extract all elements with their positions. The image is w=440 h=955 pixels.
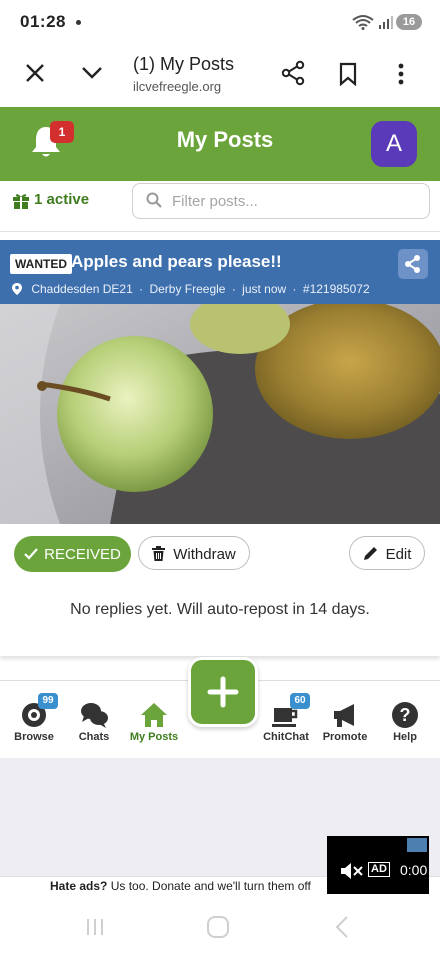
post-title[interactable]: Apples and pears please!!	[71, 252, 282, 272]
status-time: 01:28	[20, 12, 66, 31]
bookmark-icon[interactable]	[338, 62, 358, 86]
post-meta: Chaddesden DE21 · Derby Freegle · just n…	[12, 281, 370, 296]
gift-icon	[13, 194, 29, 209]
home-button-icon[interactable]	[206, 915, 230, 939]
post-time: just now	[242, 281, 287, 296]
signal-icon	[379, 16, 393, 29]
system-navigation	[0, 898, 440, 955]
share-icon	[405, 255, 420, 273]
post-photo[interactable]	[0, 304, 440, 524]
chat-bubbles-icon	[81, 703, 108, 728]
edit-label: Edit	[385, 546, 412, 563]
ad-label: AD	[368, 862, 390, 877]
received-button[interactable]: RECEIVED	[14, 536, 131, 572]
ad-message[interactable]: Hate ads? Us too. Donate and we'll turn …	[50, 879, 311, 893]
active-count[interactable]: 1 active	[34, 191, 89, 208]
ad-message-bold: Hate ads?	[50, 879, 108, 893]
nav-promote-label: Promote	[322, 731, 368, 743]
nav-browse-label: Browse	[14, 731, 54, 743]
pencil-icon	[363, 547, 377, 560]
browser-url[interactable]: ilcvefreegle.org	[133, 79, 221, 94]
browse-badge: 99	[38, 693, 58, 709]
wanted-badge: WANTED	[10, 254, 72, 274]
add-post-button[interactable]	[188, 657, 258, 727]
notification-dot	[76, 20, 81, 25]
back-icon[interactable]	[334, 915, 350, 939]
nav-chats-label: Chats	[78, 731, 110, 743]
nav-promote[interactable]: Promote	[315, 696, 375, 743]
browser-page-title: (1) My Posts	[133, 54, 235, 74]
trash-icon	[152, 546, 166, 561]
search-icon	[146, 192, 162, 208]
apple-pear-image	[0, 304, 440, 524]
nav-chats[interactable]: Chats	[64, 696, 124, 743]
withdraw-label: Withdraw	[173, 546, 236, 563]
reply-status: No replies yet. Will auto-repost in 14 d…	[70, 601, 370, 618]
received-label: RECEIVED	[44, 546, 121, 563]
more-vert-icon[interactable]	[396, 62, 406, 86]
wifi-icon	[352, 15, 374, 30]
spacer	[0, 232, 440, 240]
nav-chitchat[interactable]: 60 ChitChat	[256, 693, 316, 743]
recent-apps-icon[interactable]	[84, 916, 106, 938]
edit-button[interactable]: Edit	[349, 536, 425, 570]
share-icon[interactable]	[280, 60, 306, 86]
chitchat-badge: 60	[290, 693, 310, 709]
post-id: #121985072	[302, 281, 370, 296]
plus-icon	[207, 676, 239, 708]
nav-help[interactable]: ? Help	[375, 696, 435, 743]
question-icon: ?	[392, 702, 418, 728]
nav-my-posts[interactable]: My Posts	[124, 696, 184, 743]
post-share-button[interactable]	[398, 249, 428, 279]
mute-icon[interactable]	[340, 862, 364, 880]
post-card-bottom	[0, 640, 440, 656]
ad-message-text: Us too. Donate and we'll turn them off	[107, 879, 311, 893]
check-icon	[24, 548, 38, 560]
close-icon[interactable]	[24, 62, 46, 84]
post-location: Chaddesden DE21	[31, 281, 133, 296]
nav-browse[interactable]: 99 Browse	[4, 693, 64, 743]
avatar[interactable]: A	[371, 121, 417, 167]
map-pin-icon	[12, 282, 22, 295]
megaphone-icon	[334, 704, 354, 727]
post-group[interactable]: Derby Freegle	[149, 282, 225, 296]
svg-text:?: ?	[400, 705, 411, 725]
home-icon	[141, 703, 167, 727]
ad-time: 0:00	[400, 862, 428, 878]
status-bar	[0, 0, 440, 44]
battery-icon: 16	[396, 14, 422, 30]
video-ad-corner	[407, 838, 427, 852]
filter-input[interactable]	[170, 186, 414, 216]
chevron-down-icon[interactable]	[80, 64, 104, 82]
nav-chitchat-label: ChitChat	[263, 731, 309, 743]
withdraw-button[interactable]: Withdraw	[138, 536, 250, 570]
nav-my-posts-label: My Posts	[129, 731, 179, 743]
nav-help-label: Help	[393, 731, 417, 743]
